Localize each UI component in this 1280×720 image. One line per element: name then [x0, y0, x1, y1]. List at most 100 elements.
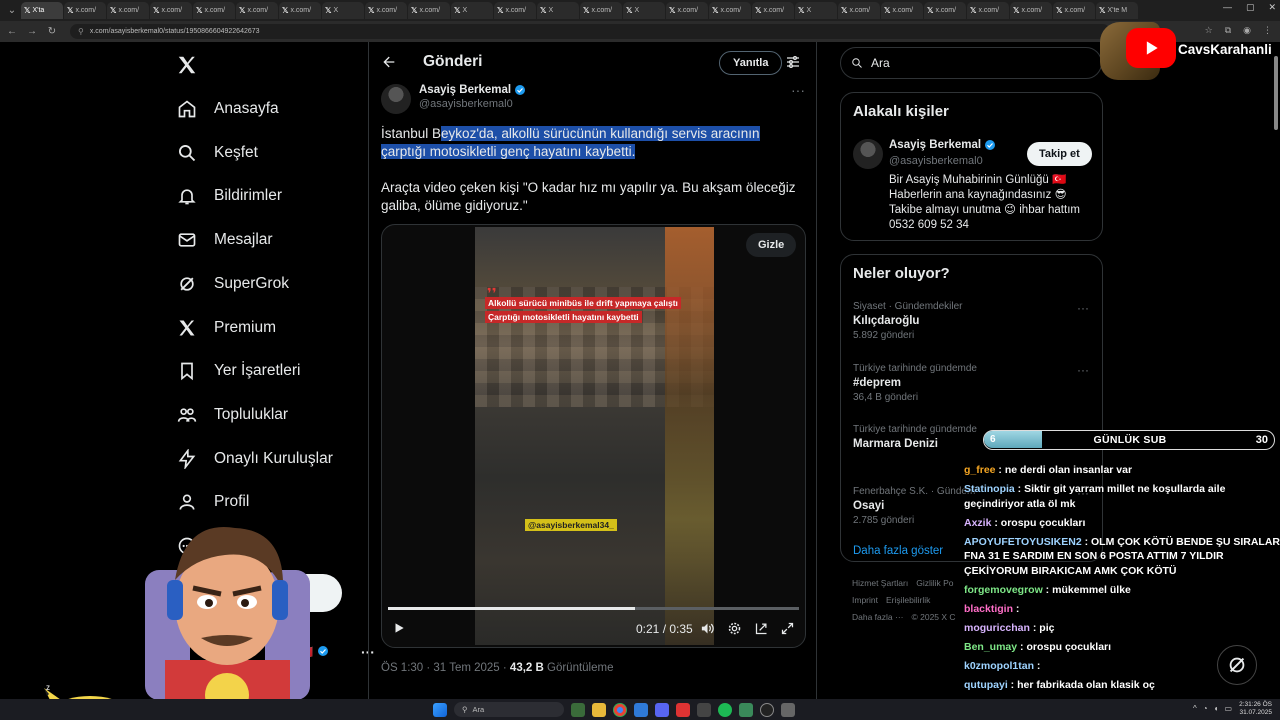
footer-link[interactable]: © 2025 X C — [912, 612, 956, 622]
nav-item-bookmarks[interactable]: Yer İşaretleri — [176, 356, 300, 386]
nav-item-home[interactable]: Anasayfa — [176, 94, 279, 124]
widgets-icon[interactable] — [571, 702, 585, 717]
footer-link[interactable]: Daha fazla ··· — [852, 612, 904, 622]
browser-tab[interactable]: 𝕏X — [537, 2, 579, 19]
video-progress-bar[interactable] — [388, 607, 799, 610]
browser-tab[interactable]: 𝕏x.com/ — [150, 2, 192, 19]
battery-icon[interactable]: ▭ — [1224, 704, 1232, 713]
tray-chevron-icon[interactable]: ^ — [1193, 704, 1197, 713]
site-info-icon[interactable]: ⚲ — [78, 27, 84, 36]
trend-more-icon[interactable]: ··· — [1077, 363, 1089, 377]
browser-tab[interactable]: 𝕏x.com/ — [236, 2, 278, 19]
tab-list-icon[interactable]: ⌄ — [4, 5, 20, 16]
app-icon-red[interactable] — [676, 702, 690, 717]
spotify-icon[interactable] — [718, 702, 732, 717]
browser-tab[interactable]: 𝕏 X'te M — [1096, 2, 1138, 19]
browser-tab[interactable]: 𝕏x.com/ — [365, 2, 407, 19]
person-icon — [176, 491, 198, 513]
video-frame[interactable]: ❜❜ Alkollü sürücü minibüs ile drift yapm… — [475, 227, 714, 645]
browser-tab[interactable]: 𝕏x.com/ — [924, 2, 966, 19]
grok-floating-button[interactable] — [1217, 645, 1257, 685]
browser-tab[interactable]: 𝕏x.com/ — [494, 2, 536, 19]
nav-item-profile[interactable]: Profil — [176, 487, 249, 517]
reply-button[interactable]: Yanıtla — [719, 51, 783, 75]
browser-tab[interactable]: 𝕏X — [322, 2, 364, 19]
footer-link[interactable]: Hizmet Şartları — [852, 578, 908, 588]
hide-video-button[interactable]: Gizle — [746, 233, 797, 257]
x-logo-icon[interactable] — [176, 52, 198, 83]
taskbar-clock[interactable]: 2:31:26 ÖS 31.07.2025 — [1239, 701, 1272, 717]
app-icon-green[interactable] — [739, 702, 753, 717]
browser-tab[interactable]: 𝕏x.com/ — [1010, 2, 1052, 19]
browser-tab[interactable]: 𝕏X — [451, 2, 493, 19]
browser-tab[interactable]: 𝕏x.com/ — [752, 2, 794, 19]
browser-tab[interactable]: 𝕏x.com/ — [881, 2, 923, 19]
settings-gear-icon[interactable] — [727, 621, 742, 641]
forward-nav-icon[interactable]: → — [24, 26, 40, 37]
back-arrow-icon[interactable] — [381, 54, 397, 75]
browser-tab[interactable]: 𝕏x.com/ — [1053, 2, 1095, 19]
avatar[interactable] — [381, 84, 411, 114]
nav-item-communities[interactable]: Topluluklar — [176, 400, 288, 430]
browser-tab[interactable]: 𝕏x.com/ — [666, 2, 708, 19]
x-favicon-icon: 𝕏 — [368, 6, 375, 15]
nav-item-premium[interactable]: Premium — [176, 313, 276, 343]
related-name[interactable]: Asayiş Berkemal — [889, 139, 996, 151]
browser-tab[interactable]: 𝕏x.com/ — [967, 2, 1009, 19]
tweet-more-icon[interactable]: ··· — [791, 82, 805, 98]
nav-item-messages[interactable]: Mesajlar — [176, 225, 273, 255]
volume-tray-icon[interactable]: ◖ — [1214, 704, 1219, 713]
browser-tab[interactable]: 𝕏x.com/ — [709, 2, 751, 19]
tweet-timestamp[interactable]: ÖS 1:30 · 31 Tem 2025 · — [381, 662, 510, 674]
tweet-author[interactable]: Asayiş Berkemal @asayisberkemal0 — [381, 84, 526, 114]
browser-tab[interactable]: 𝕏x.com/ — [193, 2, 235, 19]
follow-button[interactable]: Takip et — [1027, 142, 1092, 166]
browser-tab[interactable]: 𝕏X — [623, 2, 665, 19]
video-player[interactable]: ❜❜ Alkollü sürücü minibüs ile drift yapm… — [381, 224, 806, 648]
fullscreen-icon[interactable] — [780, 621, 795, 641]
file-explorer-icon[interactable] — [592, 702, 606, 717]
play-icon[interactable] — [392, 621, 406, 640]
browser-tab[interactable]: 𝕏x.com/ — [838, 2, 880, 19]
author-name[interactable]: Asayiş Berkemal — [419, 84, 526, 96]
related-avatar[interactable] — [853, 139, 883, 169]
browser-tab[interactable]: 𝕏 X'ta — [21, 2, 63, 19]
taskbar-search[interactable]: ⚲ Ara — [454, 702, 564, 717]
browser-tab[interactable]: 𝕏x.com/ — [64, 2, 106, 19]
close-window-icon[interactable]: ✕ — [1268, 2, 1276, 13]
search-input[interactable]: Ara — [840, 47, 1102, 79]
back-nav-icon[interactable]: ← — [4, 26, 20, 37]
windows-start-icon[interactable] — [433, 702, 447, 717]
trend-item[interactable]: Türkiye tarihinde gündemde #deprem 36,4 B … — [853, 363, 1093, 403]
reload-icon[interactable]: ↻ — [44, 26, 60, 37]
footer-link[interactable]: Erişilebilirlik — [886, 595, 930, 605]
app-icon-gray[interactable] — [781, 702, 795, 717]
nav-item-verified-orgs[interactable]: Onaylı Kuruluşlar — [176, 444, 333, 474]
show-more-link[interactable]: Daha fazla göster — [853, 545, 943, 557]
nav-item-supergrok[interactable]: SuperGrok — [176, 269, 289, 299]
browser-tab[interactable]: 𝕏x.com/ — [107, 2, 149, 19]
browser-tab[interactable]: 𝕏x.com/ — [580, 2, 622, 19]
browser-tab[interactable]: 𝕏x.com/ — [408, 2, 450, 19]
maximize-icon[interactable]: ▢ — [1246, 2, 1255, 13]
chrome-icon[interactable] — [613, 702, 627, 717]
app-icon-blue[interactable] — [634, 702, 648, 717]
nav-item-explore[interactable]: Keşfet — [176, 138, 258, 168]
minimize-icon[interactable]: — — [1223, 2, 1232, 13]
obs-icon[interactable] — [760, 702, 774, 717]
trend-item[interactable]: Siyaset · Gündemdekiler Kılıçdaroğlu 5.892… — [853, 301, 1093, 341]
nav-item-notifications[interactable]: Bildirimler — [176, 181, 282, 211]
discord-icon[interactable] — [655, 702, 669, 717]
browser-tab[interactable]: 𝕏X — [795, 2, 837, 19]
verified-icon — [515, 85, 526, 95]
app-icon-dark[interactable] — [697, 702, 711, 717]
url-field[interactable]: ⚲ x.com/asayisberkemal0/status/195086660… — [70, 24, 1110, 39]
volume-icon[interactable] — [700, 621, 715, 641]
trend-more-icon[interactable]: ··· — [1077, 301, 1089, 315]
browser-tab[interactable]: 𝕏x.com/ — [279, 2, 321, 19]
footer-link[interactable]: Gizlilik Po — [916, 578, 953, 588]
footer-link[interactable]: Imprint — [852, 595, 878, 605]
settings-sliders-icon[interactable] — [785, 54, 801, 75]
picture-in-picture-icon[interactable] — [754, 621, 769, 641]
wifi-icon[interactable]: ◔ — [1203, 704, 1208, 713]
